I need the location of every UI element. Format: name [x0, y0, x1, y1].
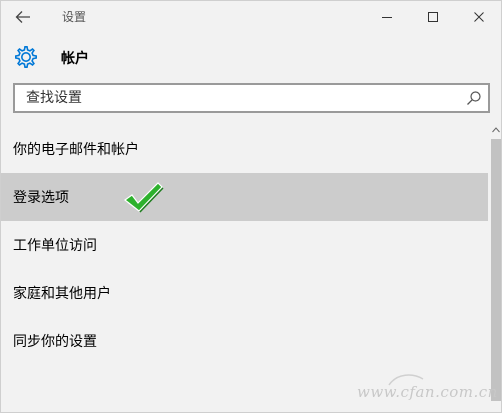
- nav-item-family-other-users[interactable]: 家庭和其他用户: [1, 269, 488, 317]
- page-header: 帐户: [1, 39, 501, 73]
- scroll-thumb[interactable]: [491, 139, 501, 401]
- maximize-icon: [428, 12, 438, 22]
- window-title: 设置: [62, 10, 87, 24]
- nav-item-email-accounts[interactable]: 你的电子邮件和帐户: [1, 125, 488, 173]
- nav-item-label: 家庭和其他用户: [13, 286, 111, 302]
- page-title: 帐户: [61, 51, 89, 67]
- nav-item-work-access[interactable]: 工作单位访问: [1, 221, 488, 269]
- close-icon: [474, 12, 484, 22]
- maximize-button[interactable]: [410, 3, 456, 31]
- search-box[interactable]: [13, 83, 490, 113]
- minimize-icon: [382, 17, 392, 18]
- settings-nav-list: 你的电子邮件和帐户 登录选项 工作单位访问 家庭和其他用户 同步你的设置: [1, 125, 488, 365]
- nav-item-label: 同步你的设置: [13, 334, 97, 350]
- minimize-button[interactable]: [364, 3, 410, 31]
- nav-item-sign-in-options[interactable]: 登录选项: [1, 173, 488, 221]
- checkmark-icon: [123, 182, 164, 213]
- nav-item-label: 登录选项: [13, 190, 69, 206]
- nav-item-label: 你的电子邮件和帐户: [13, 142, 139, 158]
- settings-window: 设置 帐户 查找设置 你的电子邮件和帐户 登录选项 工作单位访问 家庭和其他用户…: [0, 0, 502, 413]
- watermark: www.cfan.com.cn: [357, 383, 498, 401]
- gear-icon: [15, 46, 37, 69]
- back-button[interactable]: [11, 5, 35, 29]
- nav-item-sync-settings[interactable]: 同步你的设置: [1, 317, 488, 365]
- title-bar: 设置: [1, 1, 501, 33]
- arrow-left-icon: [15, 11, 30, 23]
- search-icon[interactable]: [466, 90, 482, 106]
- close-button[interactable]: [456, 3, 502, 31]
- nav-item-label: 工作单位访问: [13, 238, 97, 254]
- search-input[interactable]: [15, 85, 455, 111]
- scrollbar[interactable]: [490, 123, 502, 413]
- chevron-up-icon: [492, 127, 500, 133]
- scroll-up-button[interactable]: [490, 123, 502, 137]
